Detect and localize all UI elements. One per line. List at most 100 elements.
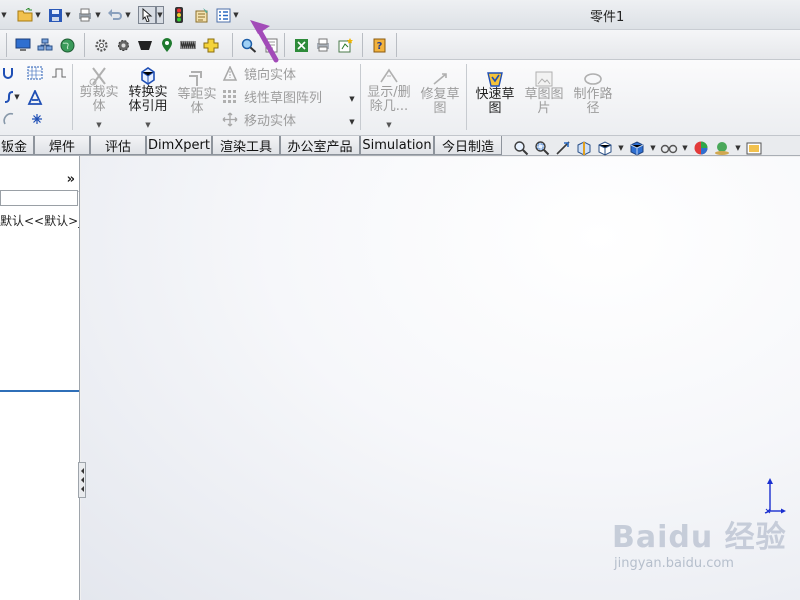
repair-sketch-icon xyxy=(433,73,447,85)
print-dropdown-icon[interactable]: ▼ xyxy=(94,6,102,24)
open-folder-icon[interactable] xyxy=(16,6,34,24)
trim-entities-button[interactable]: 剪裁实体 ▼ xyxy=(78,66,120,132)
view-orientation-dropdown-icon[interactable]: ▼ xyxy=(617,139,625,157)
previous-view-icon[interactable] xyxy=(554,139,572,157)
offset-entities-button[interactable]: 等距实体 xyxy=(176,70,218,116)
spring-icon[interactable] xyxy=(180,36,198,54)
trim-entities-label: 剪裁实体 xyxy=(79,85,119,114)
rebuild-traffic-light-icon[interactable] xyxy=(170,6,188,24)
tab-label: 钣金 xyxy=(0,139,27,155)
tab-render-tools[interactable]: 渲染工具 xyxy=(212,136,280,155)
help-icon[interactable]: ? xyxy=(370,36,388,54)
tab-simulation[interactable]: Simulation xyxy=(360,136,434,155)
location-pin-icon[interactable] xyxy=(158,36,176,54)
printer-icon[interactable] xyxy=(314,36,332,54)
convert-dropdown-icon[interactable]: ▼ xyxy=(145,118,150,132)
excel-icon[interactable] xyxy=(292,36,310,54)
apply-scene-dropdown-icon[interactable]: ▼ xyxy=(734,139,742,157)
feature-filter-input[interactable] xyxy=(0,190,78,206)
options-dropdown-icon[interactable]: ▼ xyxy=(232,6,240,24)
quick-snaps-button[interactable]: 快速草图 xyxy=(472,70,518,116)
toolbar-divider xyxy=(396,33,397,57)
settings-gear-icon[interactable] xyxy=(114,36,132,54)
text-sketch-icon[interactable] xyxy=(26,88,44,106)
undo-icon[interactable] xyxy=(106,6,124,24)
move-dropdown-icon[interactable]: ▼ xyxy=(348,113,356,131)
pattern-dropdown-icon[interactable]: ▼ xyxy=(348,90,356,108)
tab-sheet-metal[interactable]: 钣金 xyxy=(0,136,34,155)
view-orientation-icon[interactable] xyxy=(596,139,614,157)
sketch-picture-button[interactable]: 草图图片 xyxy=(522,70,566,116)
zoom-to-fit-icon[interactable] xyxy=(512,139,530,157)
gear-icon[interactable] xyxy=(92,36,110,54)
baidu-watermark: Baidu 经验 jingyan.baidu.com xyxy=(612,512,787,571)
ribbon-divider xyxy=(360,64,361,130)
trim-dropdown-icon[interactable]: ▼ xyxy=(96,118,101,132)
file-properties-icon[interactable] xyxy=(192,6,210,24)
print-icon[interactable] xyxy=(76,6,94,24)
display-delete-relations-button[interactable]: 显示/删除几... ▼ xyxy=(364,66,414,132)
grid-pattern-icon[interactable] xyxy=(26,64,44,82)
tab-evaluate[interactable]: 评估 xyxy=(90,136,146,155)
assembly-icon[interactable] xyxy=(36,36,54,54)
save-icon[interactable] xyxy=(46,6,64,24)
move-entities-button[interactable]: 移动实体 xyxy=(222,110,296,129)
collapse-arrow-icon xyxy=(80,486,84,492)
tab-dimxpert[interactable]: DimXpert xyxy=(146,136,212,155)
watermark-brand: Baidu 经验 xyxy=(612,520,787,555)
make-path-button[interactable]: 制作路径 xyxy=(570,70,616,116)
step-line-icon[interactable] xyxy=(50,64,68,82)
expand-panel-icon[interactable]: » xyxy=(67,172,75,187)
tab-label: 焊件 xyxy=(48,139,75,155)
title-bar: ▼ ▼ ▼ ▼ ▼ ▼ ▼ 零件1 xyxy=(0,0,800,30)
linear-pattern-icon xyxy=(223,90,236,103)
cross-part-icon[interactable] xyxy=(202,36,220,54)
feature-manager-panel: » 默认<<默认>_显示状态 xyxy=(0,156,80,600)
feature-manager-header: » xyxy=(0,162,79,192)
open-dropdown-icon[interactable]: ▼ xyxy=(34,6,42,24)
view-settings-icon[interactable] xyxy=(745,139,763,157)
display-style-dropdown-icon[interactable]: ▼ xyxy=(649,139,657,157)
repair-sketch-button[interactable]: 修复草图 xyxy=(418,70,462,116)
point-icon[interactable] xyxy=(28,110,46,128)
convert-entities-button[interactable]: 转换实体引用 ▼ xyxy=(126,66,170,132)
arc-icon[interactable] xyxy=(0,64,18,82)
tab-weldments[interactable]: 焊件 xyxy=(34,136,90,155)
options-icon[interactable] xyxy=(214,6,232,24)
configuration-display-state[interactable]: 默认<<默认>_显示状态 xyxy=(0,212,79,229)
collapse-arrow-icon xyxy=(80,468,84,474)
panel-collapse-handle[interactable] xyxy=(78,462,86,498)
zoom-to-area-icon[interactable] xyxy=(533,139,551,157)
spline-dropdown-icon[interactable]: ▼ xyxy=(13,88,21,106)
ellipse-arc-icon[interactable] xyxy=(0,110,18,128)
apply-scene-icon[interactable] xyxy=(713,139,731,157)
annotation-arrow-icon xyxy=(246,18,286,67)
sketch-star-icon[interactable] xyxy=(336,36,354,54)
toolbar-divider xyxy=(6,33,7,57)
select-pointer-icon[interactable] xyxy=(138,6,156,24)
save-dropdown-icon[interactable]: ▼ xyxy=(64,6,72,24)
linear-sketch-pattern-button[interactable]: 线性草图阵列 xyxy=(222,87,322,106)
display-style-icon[interactable] xyxy=(628,139,646,157)
hide-show-dropdown-icon[interactable]: ▼ xyxy=(681,139,689,157)
tab-office-products[interactable]: 办公室产品 xyxy=(280,136,360,155)
sketch-picture-label: 草图图片 xyxy=(524,87,564,116)
hide-show-items-icon[interactable] xyxy=(660,139,678,157)
make-path-icon xyxy=(584,73,602,85)
new-dropdown-icon[interactable]: ▼ xyxy=(0,6,8,24)
display-monitor-icon[interactable] xyxy=(14,36,32,54)
bowl-icon[interactable] xyxy=(136,36,154,54)
edit-appearance-icon[interactable] xyxy=(692,139,710,157)
section-view-icon[interactable] xyxy=(575,139,593,157)
relations-dropdown-icon[interactable]: ▼ xyxy=(386,118,391,132)
tab-made-today[interactable]: 今日制造 xyxy=(434,136,502,155)
standard-toolbar: ? xyxy=(0,30,800,60)
quick-snaps-label: 快速草图 xyxy=(475,87,515,116)
undo-dropdown-icon[interactable]: ▼ xyxy=(124,6,132,24)
tab-label: DimXpert xyxy=(148,137,210,153)
move-icon xyxy=(222,112,238,127)
globe-icon[interactable] xyxy=(58,36,76,54)
toolbar-divider xyxy=(362,33,363,57)
select-dropdown-icon[interactable]: ▼ xyxy=(156,6,164,24)
ribbon-divider xyxy=(72,64,73,130)
